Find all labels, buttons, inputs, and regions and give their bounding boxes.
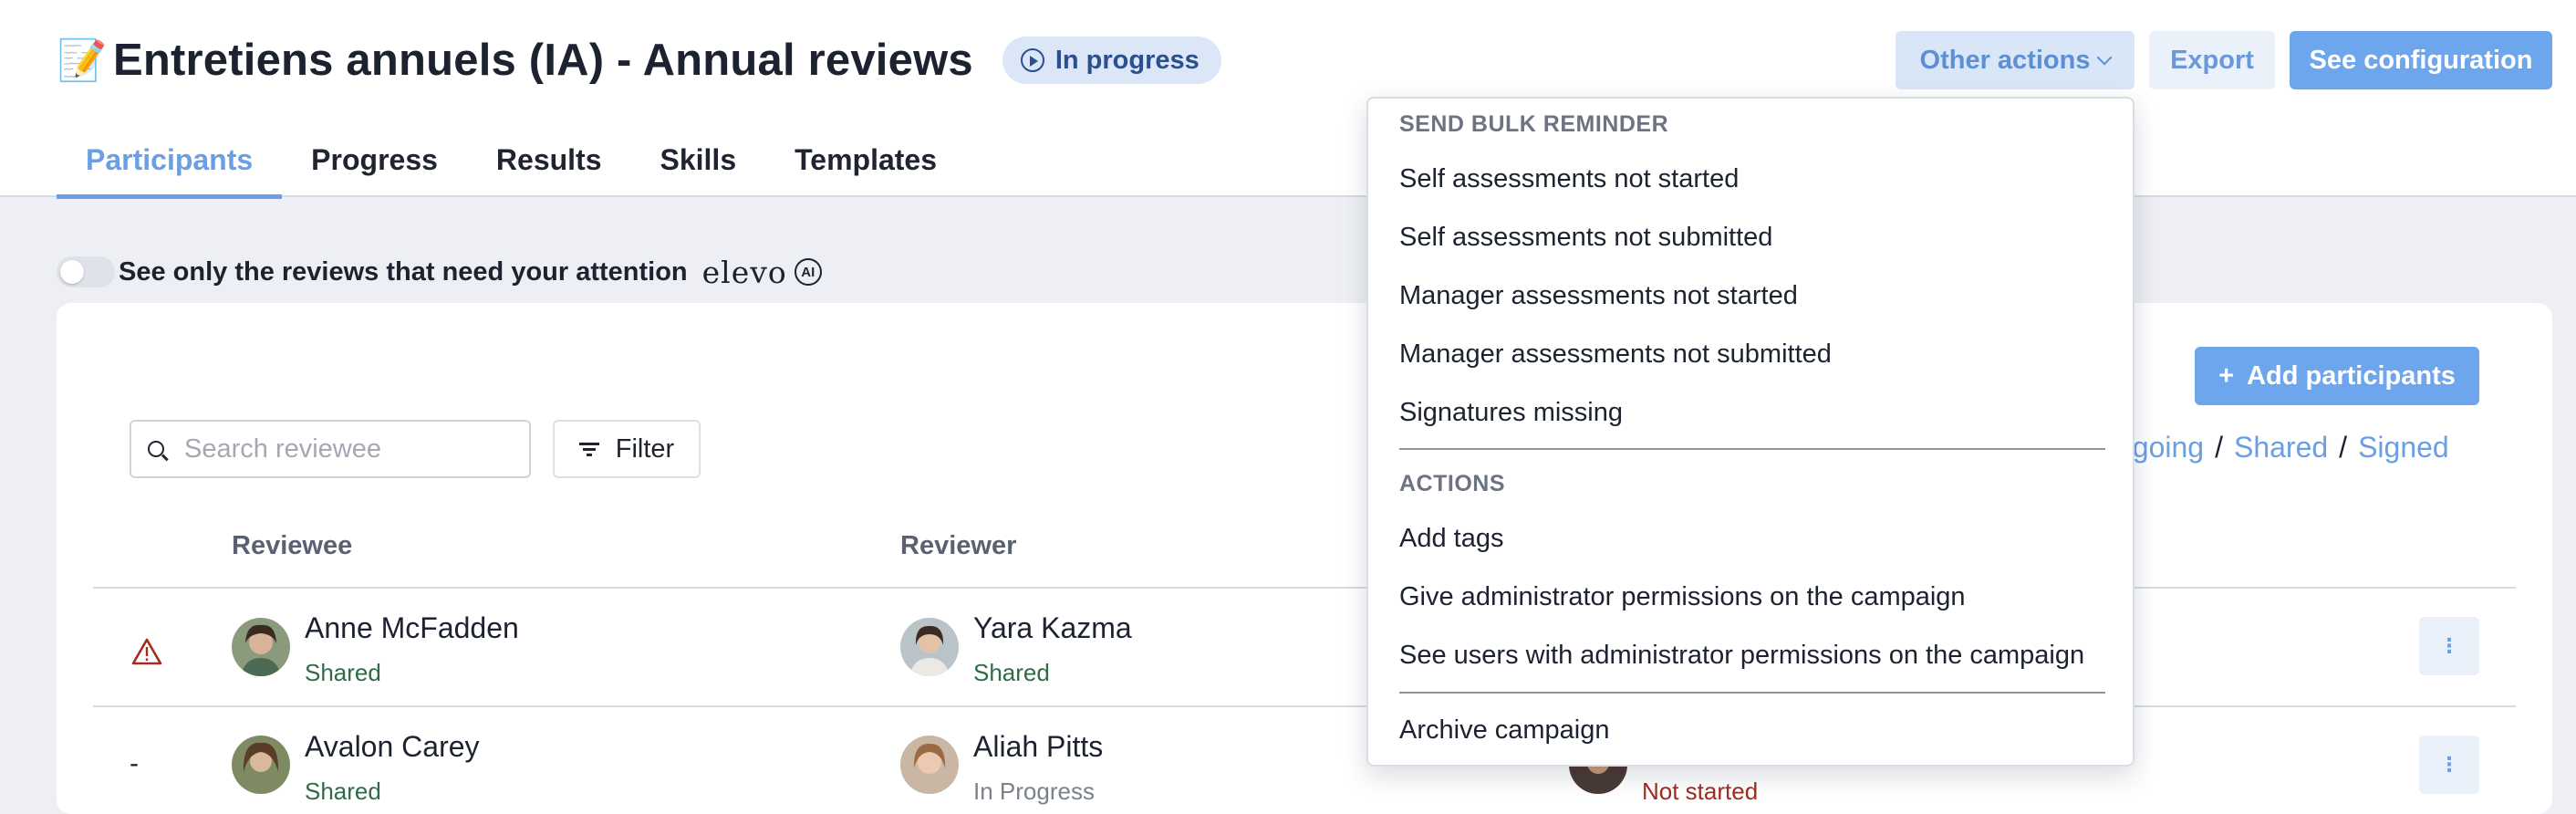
actions-header: ACTIONS <box>1399 471 1505 496</box>
filter-label: Filter <box>615 433 675 464</box>
column-header-reviewer[interactable]: Reviewer <box>900 531 1016 561</box>
menu-item-see-admin-users[interactable]: See users with administrator permissions… <box>1399 641 2084 671</box>
reviewer-status: Shared <box>973 659 1050 686</box>
menu-item-archive-campaign[interactable]: Archive campaign <box>1399 715 1610 746</box>
tab-skills[interactable]: Skills <box>631 122 766 197</box>
menu-item-give-admin-permissions[interactable]: Give administrator permissions on the ca… <box>1399 582 1966 612</box>
menu-divider <box>1399 692 2105 694</box>
search-input[interactable] <box>184 433 513 464</box>
warning-icon <box>131 638 162 665</box>
play-circle-icon <box>1020 48 1044 72</box>
tab-progress[interactable]: Progress <box>282 122 467 197</box>
status-badge: In progress <box>1002 37 1221 84</box>
status-separator: / <box>2339 431 2348 464</box>
table-header-divider <box>93 587 2516 589</box>
see-configuration-button[interactable]: See configuration <box>2290 31 2552 89</box>
menu-item-signatures-missing[interactable]: Signatures missing <box>1399 398 1623 428</box>
reviewee-status: Shared <box>305 777 381 805</box>
attention-toggle-label: See only the reviews that need your atte… <box>119 256 688 287</box>
third-column-status: Not started <box>1642 777 1759 805</box>
add-participants-button[interactable]: + Add participants <box>2195 347 2479 405</box>
menu-item-self-not-started[interactable]: Self assessments not started <box>1399 164 1739 194</box>
tab-bar: Participants Progress Results Skills Tem… <box>57 122 966 199</box>
status-link-shared[interactable]: Shared <box>2234 431 2328 464</box>
menu-item-manager-not-submitted[interactable]: Manager assessments not submitted <box>1399 339 1832 370</box>
other-actions-label: Other actions <box>1919 45 2091 75</box>
page-header: 📝 Entretiens annuels (IA) - Annual revie… <box>0 0 2576 199</box>
reviewer-name[interactable]: Aliah Pitts <box>973 730 1103 764</box>
reviewee-status: Shared <box>305 659 381 686</box>
bulk-reminder-header: SEND BULK REMINDER <box>1399 111 1669 137</box>
row-flag: - <box>130 748 139 778</box>
avatar <box>900 618 959 676</box>
column-header-reviewee[interactable]: Reviewee <box>232 531 352 561</box>
plus-icon: + <box>2218 360 2235 391</box>
more-vertical-icon: ⋮ <box>2439 753 2459 776</box>
row-actions-button[interactable]: ⋮ <box>2419 736 2479 794</box>
search-box <box>130 420 531 478</box>
reviewer-status: In Progress <box>973 777 1095 805</box>
add-participants-label: Add participants <box>2247 360 2456 391</box>
reviewee-name[interactable]: Anne McFadden <box>305 611 519 645</box>
status-separator: / <box>2215 431 2223 464</box>
other-actions-button[interactable]: Other actions <box>1896 31 2135 89</box>
menu-divider <box>1399 448 2105 450</box>
reviewer-name[interactable]: Yara Kazma <box>973 611 1132 645</box>
tab-results[interactable]: Results <box>467 122 631 197</box>
ai-badge: AI <box>794 258 822 286</box>
export-button[interactable]: Export <box>2149 31 2275 89</box>
reviewee-name[interactable]: Avalon Carey <box>305 730 480 764</box>
row-actions-button[interactable]: ⋮ <box>2419 617 2479 675</box>
avatar <box>900 736 959 794</box>
avatar <box>232 736 290 794</box>
tab-templates[interactable]: Templates <box>765 122 966 197</box>
status-badge-label: In progress <box>1054 45 1200 75</box>
status-links: ngoing / Shared / Signed <box>2116 431 2449 464</box>
attention-toggle[interactable] <box>57 256 115 287</box>
attention-filter: See only the reviews that need your atte… <box>57 254 822 290</box>
filter-icon <box>578 443 599 456</box>
tab-participants[interactable]: Participants <box>57 122 283 199</box>
page-title: Entretiens annuels (IA) - Annual reviews <box>113 36 973 85</box>
menu-item-self-not-submitted[interactable]: Self assessments not submitted <box>1399 223 1772 253</box>
chevron-down-icon <box>2096 49 2113 66</box>
menu-item-manager-not-started[interactable]: Manager assessments not started <box>1399 281 1798 311</box>
search-icon <box>148 441 164 457</box>
other-actions-menu: SEND BULK REMINDER Self assessments not … <box>1366 97 2135 767</box>
more-vertical-icon: ⋮ <box>2439 634 2459 657</box>
row-divider <box>93 705 2516 707</box>
elevo-logo: elevo <box>701 254 787 290</box>
title-row: 📝 Entretiens annuels (IA) - Annual revie… <box>57 33 1221 88</box>
menu-item-add-tags[interactable]: Add tags <box>1399 524 1503 554</box>
avatar <box>232 618 290 676</box>
memo-icon: 📝 <box>57 38 108 83</box>
filter-button[interactable]: Filter <box>553 420 701 478</box>
status-link-signed[interactable]: Signed <box>2358 431 2449 464</box>
